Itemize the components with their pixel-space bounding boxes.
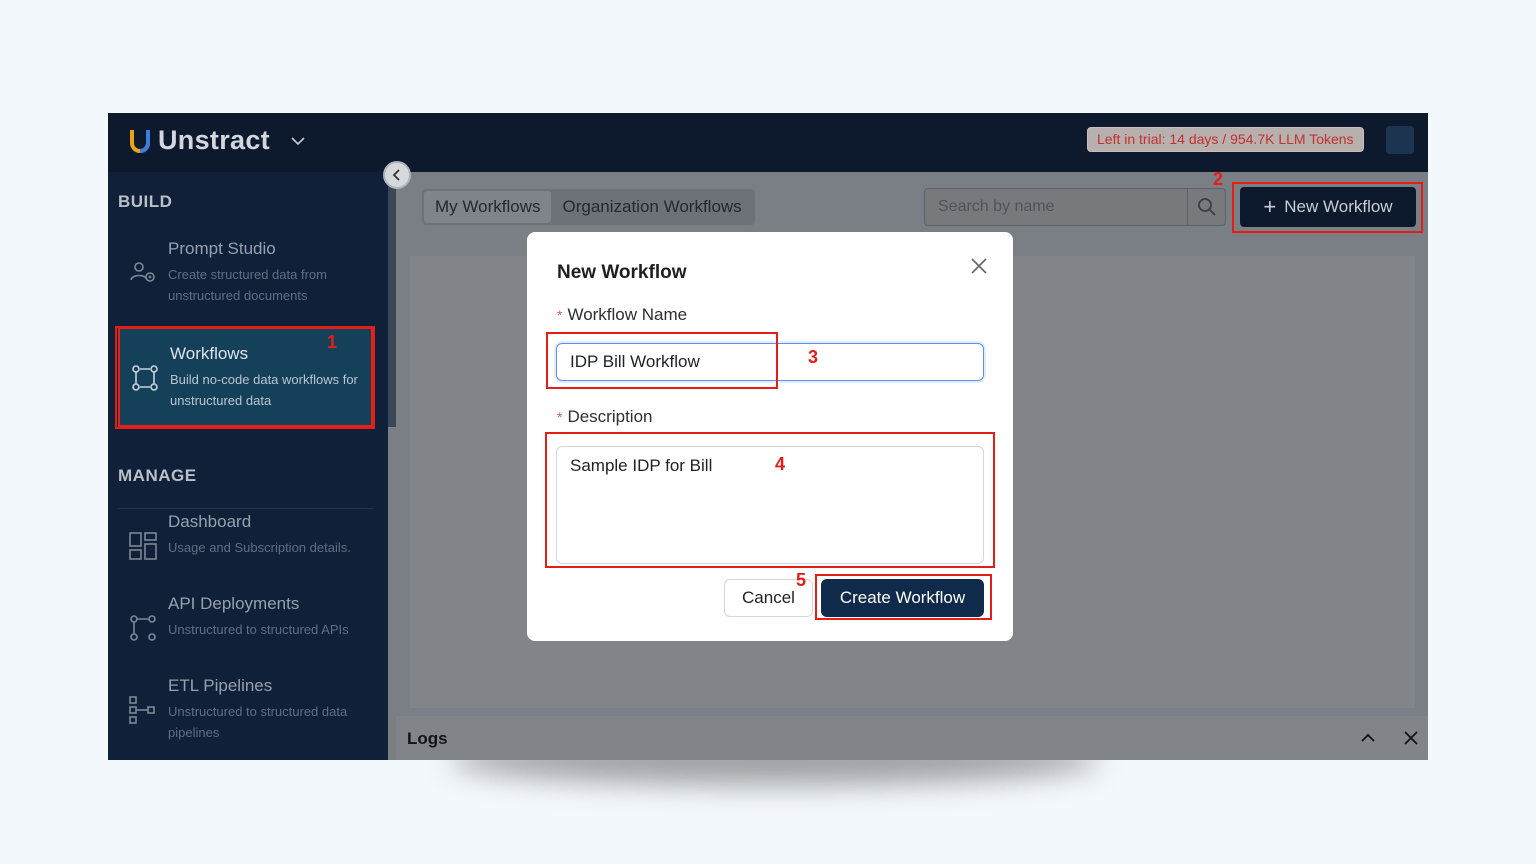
workflow-name-label-text: Workflow Name [567,305,688,324]
description-label-text: Description [567,407,653,426]
close-icon [1404,731,1418,745]
annotation-number: 4 [775,454,786,474]
required-asterisk: * [557,307,563,323]
workflow-name-label: * Workflow Name [557,305,687,325]
dashboard-icon [129,532,157,560]
sidebar: BUILD Prompt Studio Create structured da… [108,172,388,760]
annotation-number: 2 [1213,169,1224,189]
sidebar-item-title: API Deployments [168,594,300,613]
sidebar-item-desc: Create structured data from unstructured… [168,267,327,303]
prompt-studio-icon [130,262,155,282]
modal-close-button[interactable] [967,254,991,278]
annotation-number: 5 [796,570,807,590]
sidebar-item-title: Dashboard [168,512,252,531]
annotation-box-workflow-name [546,332,778,389]
expand-logs-button[interactable] [1356,726,1380,750]
annotation-number: 3 [808,347,819,367]
sidebar-item-etl-pipelines[interactable]: ETL Pipelines Unstructured to structured… [118,661,373,759]
modal-title: New Workflow [557,262,687,283]
section-title-manage: MANAGE [118,466,197,485]
tab-my-workflows[interactable]: My Workflows [424,191,552,223]
annotation-box-create-workflow [815,574,992,620]
close-logs-button[interactable] [1399,726,1423,750]
etl-pipelines-icon [129,696,155,724]
search-button[interactable] [1187,189,1225,225]
sidebar-item-desc: Usage and Subscription details. [168,540,351,555]
logs-panel: Logs [396,716,1428,760]
logo[interactable]: Unstract [128,125,306,156]
unstract-logo-icon [130,129,150,153]
chevron-up-icon [1361,733,1375,742]
sidebar-item-prompt-studio[interactable]: Prompt Studio Create structured data fro… [118,224,373,322]
tab-organization-workflows[interactable]: Organization Workflows [551,191,752,223]
sidebar-item-title: Prompt Studio [168,239,276,258]
workflow-tabs: My Workflows Organization Workflows [422,189,755,225]
sidebar-item-desc: Unstructured to structured APIs [168,622,349,637]
api-deployments-icon [130,615,156,641]
avatar[interactable] [1386,126,1414,154]
sidebar-scrollbar[interactable] [388,172,396,427]
search-icon [1198,198,1216,216]
top-bar: Unstract Left in trial: 14 days / 954.7K… [108,113,1428,172]
trial-badge: Left in trial: 14 days / 954.7K LLM Toke… [1087,127,1364,152]
chevron-left-icon [392,169,400,181]
collapse-sidebar-button[interactable] [383,161,411,189]
app-name: Unstract [158,125,270,155]
search-placeholder: Search by name [938,198,1055,215]
close-icon [971,258,987,274]
search-input[interactable]: Search by name [924,188,1226,226]
logs-title: Logs [407,729,448,748]
sidebar-item-desc: Unstructured to structured data pipeline… [168,704,348,740]
annotation-number: 1 [327,332,338,352]
section-title-build: BUILD [118,192,173,211]
sidebar-item-title: ETL Pipelines [168,676,273,695]
annotation-box-new-workflow [1232,182,1423,233]
annotation-box-description [545,432,995,568]
description-label: * Description [557,407,653,427]
chevron-down-icon[interactable] [290,133,306,149]
required-asterisk: * [557,409,563,425]
